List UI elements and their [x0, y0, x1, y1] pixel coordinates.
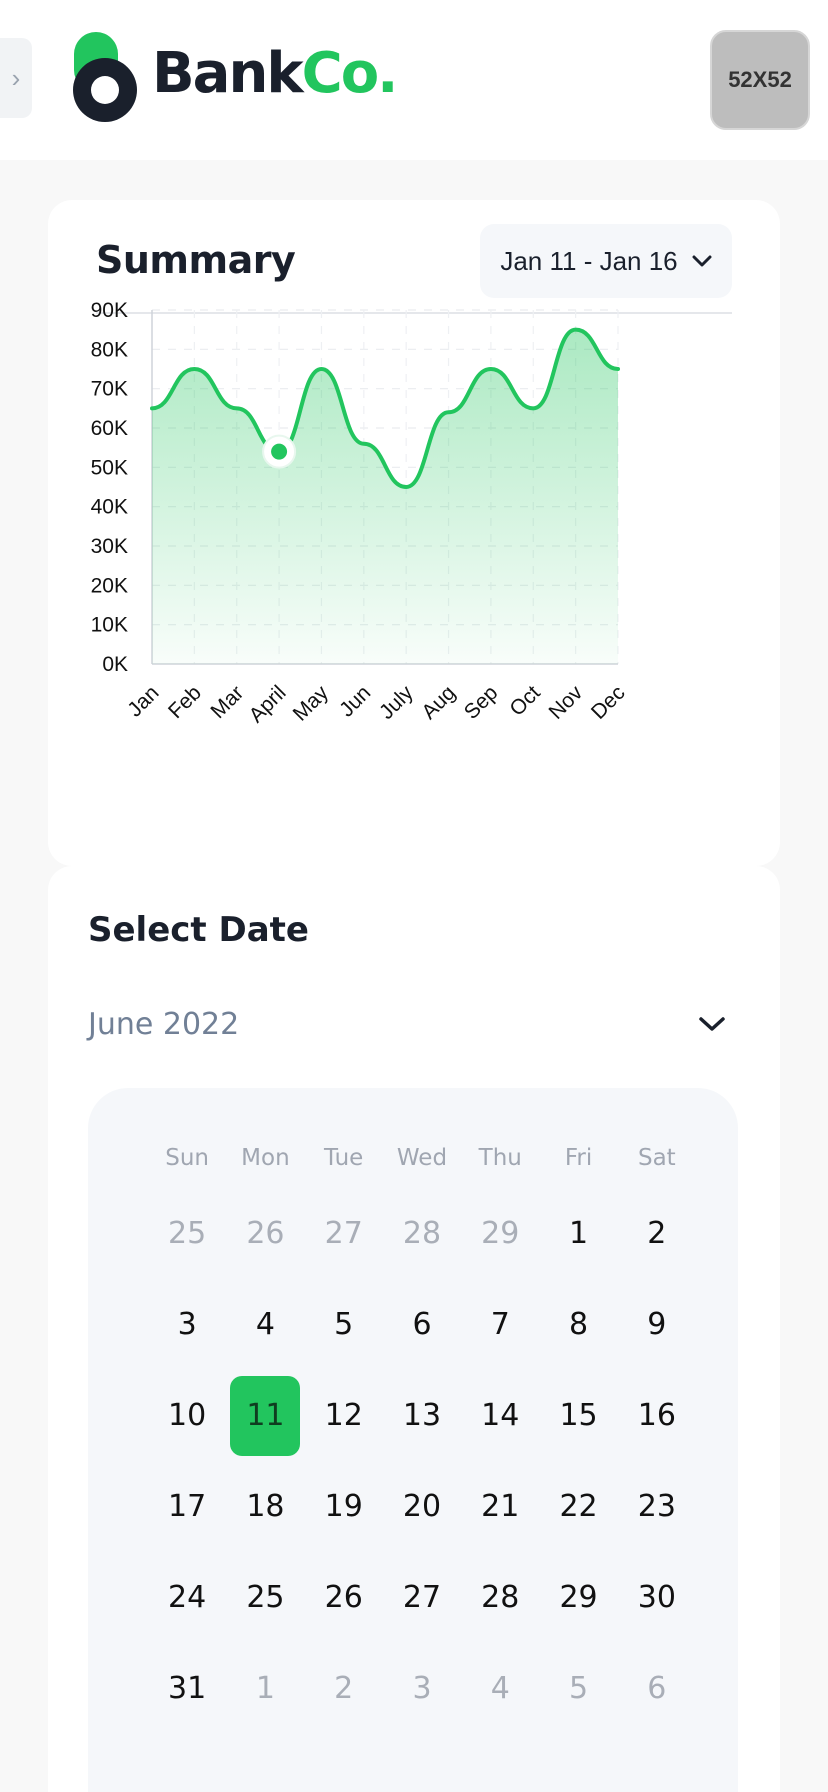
calendar-day[interactable]: 9 [618, 1285, 696, 1365]
calendar-day[interactable]: 13 [383, 1376, 461, 1456]
calendar-day[interactable]: 10 [148, 1376, 226, 1456]
highlight-point[interactable] [271, 443, 288, 460]
weekday-label: Mon [241, 1145, 290, 1171]
y-tick-label: 20K [91, 574, 128, 597]
brand-name: BankCo. [152, 41, 398, 106]
brand-logo[interactable]: BankCo. [72, 30, 398, 125]
calendar-day[interactable]: 16 [618, 1376, 696, 1456]
calendar-day[interactable]: 6 [618, 1649, 696, 1729]
x-tick-label: Oct [505, 681, 544, 720]
app-header: › BankCo. 52X52 [0, 0, 828, 160]
calendar-day[interactable]: 3 [383, 1649, 461, 1729]
calendar-day[interactable]: 25 [226, 1558, 304, 1638]
y-tick-label: 80K [91, 338, 128, 361]
calendar-week-row: 3456789 [148, 1279, 696, 1370]
y-tick-label: 30K [91, 535, 128, 558]
y-tick-label: 40K [91, 496, 128, 519]
x-tick-label: April [245, 681, 291, 727]
calendar-day[interactable]: 14 [461, 1376, 539, 1456]
calendar-day[interactable]: 7 [461, 1285, 539, 1365]
calendar-day[interactable]: 18 [226, 1467, 304, 1547]
calendar-day[interactable]: 28 [461, 1558, 539, 1638]
calendar-day[interactable]: 26 [305, 1558, 383, 1638]
calendar-day[interactable]: 26 [226, 1194, 304, 1274]
calendar-day[interactable]: 1 [539, 1194, 617, 1274]
y-tick-label: 90K [91, 299, 128, 322]
calendar-day[interactable]: 15 [539, 1376, 617, 1456]
calendar-day[interactable]: 17 [148, 1467, 226, 1547]
calendar-day[interactable]: 2 [305, 1649, 383, 1729]
calendar-day[interactable]: 23 [618, 1467, 696, 1547]
x-tick-label: Mar [206, 681, 248, 723]
x-tick-label: Jan [123, 681, 163, 721]
calendar-day[interactable]: 8 [539, 1285, 617, 1365]
y-tick-label: 60K [91, 417, 128, 440]
x-tick-label: Jun [335, 681, 375, 721]
calendar-day[interactable]: 1 [226, 1649, 304, 1729]
x-tick-label: May [289, 681, 334, 726]
weekday-label: Thu [478, 1145, 522, 1171]
calendar-day[interactable]: 27 [305, 1194, 383, 1274]
avatar[interactable]: 52X52 [710, 30, 810, 130]
series-area [152, 329, 618, 664]
calendar-day[interactable]: 19 [305, 1467, 383, 1547]
y-tick-label: 50K [91, 456, 128, 479]
calendar-week-row: 10 11 12 13 14 15 16 [148, 1370, 696, 1461]
calendar-day[interactable]: 5 [539, 1649, 617, 1729]
calendar-day[interactable]: 24 [148, 1558, 226, 1638]
weekday-label: Wed [396, 1145, 448, 1171]
calendar: Sun Mon Tue Wed Thu Fri Sat 25 26 27 28 29 1 2 3 4 5 6 7 8… [88, 1088, 738, 1792]
calendar-day[interactable]: 29 [539, 1558, 617, 1638]
select-date-title: Select Date [88, 910, 309, 950]
calendar-day[interactable]: 5 [305, 1285, 383, 1365]
weekday-label: Tue [324, 1145, 364, 1171]
calendar-day[interactable]: 2 [618, 1194, 696, 1274]
calendar-day[interactable]: 4 [461, 1649, 539, 1729]
select-date-card: Select Date June 2022 Sun Mon Tue Wed Thu Fri… [48, 866, 780, 1792]
calendar-week-row: 31 1 2 3 4 5 6 [148, 1643, 696, 1734]
calendar-day[interactable]: 28 [383, 1194, 461, 1274]
weekday-label: Sun [165, 1145, 210, 1171]
calendar-day[interactable]: 22 [539, 1467, 617, 1547]
chevron-down-icon [699, 1017, 725, 1031]
calendar-grid: Sun Mon Tue Wed Thu Fri Sat 25 26 27 28 29 1 2 3 4 5 6 7 8… [148, 1128, 696, 1734]
calendar-day[interactable]: 3 [148, 1285, 226, 1365]
calendar-week-row: 17 18 19 20 21 22 23 [148, 1461, 696, 1552]
chevron-right-icon: › [11, 62, 21, 93]
calendar-day[interactable]: 20 [383, 1467, 461, 1547]
calendar-day[interactable]: 25 [148, 1194, 226, 1274]
y-tick-label: 0K [102, 653, 128, 676]
x-tick-label: Feb [164, 681, 206, 723]
calendar-day-selected[interactable]: 11 [226, 1375, 304, 1456]
summary-chart: 0K 10K 20K 30K 40K 50K 60K 70K 80K 90K Jan Feb MarAp… [91, 299, 630, 727]
bankco-logo-icon [73, 32, 137, 122]
month-label: June 2022 [88, 1006, 240, 1042]
calendar-day[interactable]: 31 [148, 1649, 226, 1729]
calendar-day[interactable]: 4 [226, 1285, 304, 1365]
weekday-header: Sun Mon Tue Wed Thu Fri Sat [148, 1128, 696, 1188]
x-tick-label: July [375, 681, 418, 724]
calendar-day[interactable]: 29 [461, 1194, 539, 1274]
sidebar-toggle-button[interactable]: › [0, 38, 32, 118]
calendar-day[interactable]: 30 [618, 1558, 696, 1638]
calendar-day[interactable]: 12 [305, 1376, 383, 1456]
x-tick-label: Aug [417, 681, 460, 724]
x-tick-label: Nov [544, 681, 587, 724]
x-tick-label: Dec [587, 681, 630, 724]
weekday-label: Sat [637, 1145, 676, 1171]
calendar-week-row: 24 25 26 27 28 29 30 [148, 1552, 696, 1643]
summary-card: Summary Jan 11 - Jan 16 0K 10K 20K 30K 40K 50… [48, 200, 780, 866]
calendar-day[interactable]: 21 [461, 1467, 539, 1547]
calendar-day[interactable]: 27 [383, 1558, 461, 1638]
y-tick-label: 10K [91, 614, 128, 637]
weekday-label: Fri [564, 1145, 593, 1171]
x-tick-label: Sep [460, 681, 503, 724]
calendar-week-row: 25 26 27 28 29 1 2 [148, 1188, 696, 1279]
y-tick-label: 70K [91, 378, 128, 401]
month-selector[interactable]: June 2022 [88, 994, 736, 1054]
calendar-day[interactable]: 6 [383, 1285, 461, 1365]
